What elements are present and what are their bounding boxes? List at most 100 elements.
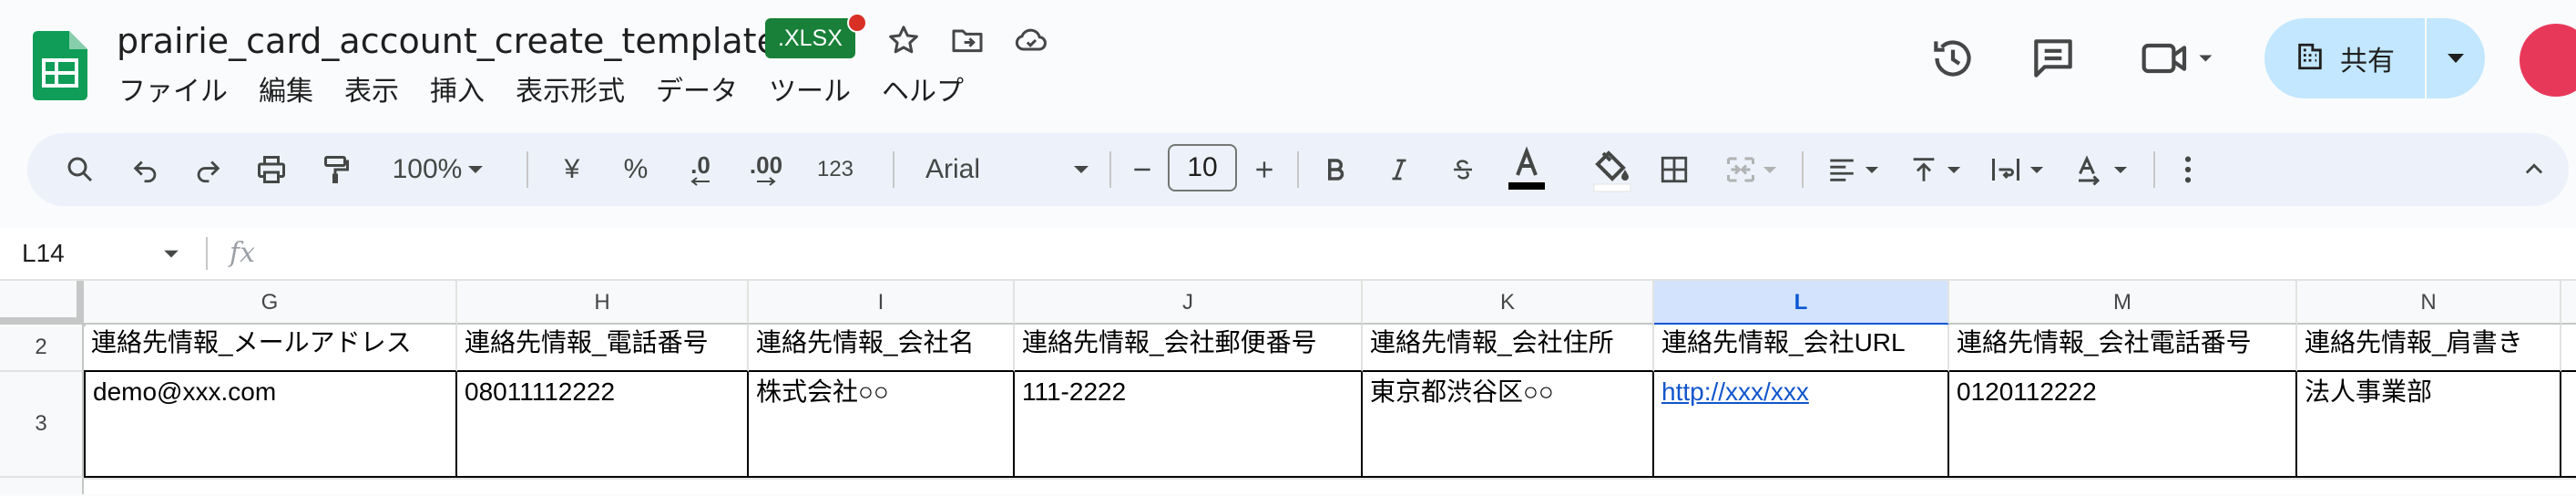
cell-o2[interactable] [2561,325,2576,372]
menu-help[interactable]: ヘルプ [866,69,979,115]
menu-insert[interactable]: 挿入 [414,69,500,115]
toolbar-divider [1297,151,1299,188]
font-family-select[interactable]: Arial [925,133,1089,206]
cell-m2[interactable]: 連絡先情報_会社電話番号 [1949,325,2297,372]
share-label: 共有 [2340,46,2395,78]
name-box-caret-icon[interactable] [162,244,180,266]
increase-font-size-icon[interactable] [1248,133,1281,206]
bold-icon[interactable] [1315,133,1355,206]
column-header-n[interactable]: N [2297,281,2561,325]
column-header-l[interactable]: L [1654,281,1949,325]
currency-format-button[interactable]: ¥ [556,133,588,206]
cell-m3[interactable]: 0120112222 [1949,372,2297,478]
text-color-icon[interactable] [1503,133,1550,206]
increase-decimal-button[interactable]: .00 [740,133,792,206]
menu-edit[interactable]: 編集 [243,69,329,115]
strikethrough-icon[interactable] [1443,133,1483,206]
toolbar-divider [893,151,894,188]
file-format-badge[interactable]: .XLSX [765,18,855,58]
horizontal-align-button[interactable] [1818,133,1887,206]
search-menus-icon[interactable] [60,133,100,206]
valign-caret-icon [1947,166,1961,173]
share-main-button[interactable]: 共有 [2264,18,2427,98]
decrease-decimal-button[interactable]: .0 [678,133,723,206]
rotation-caret-icon [2113,166,2128,173]
paint-format-icon[interactable] [315,133,355,206]
formula-bar: L14 fx [0,228,2576,279]
cell-j3[interactable]: 111-2222 [1015,372,1363,478]
cell-g2[interactable]: 連絡先情報_メールアドレス [84,325,457,372]
share-dropdown-icon[interactable] [2427,18,2485,98]
column-header-h[interactable]: H [457,281,749,325]
fx-icon: fx [230,237,256,269]
name-box[interactable]: L14 [22,228,65,279]
cell-i2[interactable]: 連絡先情報_会社名 [749,325,1015,372]
zoom-select[interactable]: 100% [384,133,492,206]
column-header-i[interactable]: I [749,281,1015,325]
collapse-toolbar-icon[interactable] [2516,133,2552,206]
print-icon[interactable] [251,133,291,206]
empty-row [84,478,2576,496]
column-header-g[interactable]: G [84,281,457,325]
column-header-overflow[interactable] [2561,281,2576,325]
cell-j2[interactable]: 連絡先情報_会社郵便番号 [1015,325,1363,372]
menu-view[interactable]: 表示 [329,69,414,115]
column-header-m[interactable]: M [1949,281,2297,325]
row-header-3[interactable]: 3 [0,372,84,478]
document-title[interactable]: prairie_card_account_create_template [117,16,778,66]
merge-cells-button[interactable] [1718,133,1784,206]
undo-icon[interactable] [126,133,166,206]
italic-icon[interactable] [1379,133,1419,206]
cell-h3[interactable]: 08011112222 [457,372,749,478]
font-size-input[interactable]: 10 [1168,144,1237,191]
menu-bar: ファイル 編集 表示 挿入 表示形式 データ ツール ヘルプ [118,69,979,115]
arrow-right-icon [757,177,776,186]
redo-icon[interactable] [188,133,228,206]
text-rotation-button[interactable] [2064,133,2137,206]
comments-icon[interactable] [2028,33,2079,84]
row-header-2[interactable]: 2 [0,325,84,372]
menu-file[interactable]: ファイル [118,69,243,115]
move-to-folder-icon[interactable] [949,22,986,58]
text-wrap-button[interactable] [1980,133,2053,206]
decrease-font-size-icon[interactable] [1126,133,1159,206]
arrow-left-icon [690,177,710,186]
star-icon[interactable] [885,22,922,58]
vertical-align-top-icon [1913,158,1935,181]
fill-color-icon[interactable] [1589,133,1636,206]
cell-o3[interactable] [2561,372,2576,478]
column-header-j[interactable]: J [1015,281,1363,325]
percent-format-button[interactable]: % [619,133,652,206]
version-history-icon[interactable] [1927,33,1978,84]
row-header-4[interactable] [0,478,84,494]
cell-n2[interactable]: 連絡先情報_肩書き [2297,325,2561,372]
menu-data[interactable]: データ [640,69,753,115]
borders-icon[interactable] [1654,133,1694,206]
meet-video-icon[interactable] [2137,33,2219,84]
frozen-row-handle[interactable] [0,317,84,325]
font-family-value: Arial [925,154,981,184]
column-header-k[interactable]: K [1363,281,1654,325]
increase-decimal-label: .00 [749,151,783,179]
cell-l2[interactable]: 連絡先情報_会社URL [1654,325,1949,372]
cell-i3[interactable]: 株式会社○○ [749,372,1015,478]
frozen-column-handle[interactable] [77,281,84,325]
cell-h2[interactable]: 連絡先情報_電話番号 [457,325,749,372]
font-caret-icon [1074,166,1089,173]
sheets-logo-icon[interactable] [33,31,87,100]
cell-k3[interactable]: 東京都渋谷区○○ [1363,372,1654,478]
vertical-align-button[interactable] [1900,133,1969,206]
avatar[interactable] [2520,24,2576,97]
more-options-icon[interactable] [2170,133,2206,206]
cell-l3-link[interactable]: http://xxx/xxx [1654,372,1949,478]
menu-tools[interactable]: ツール [753,69,866,115]
share-button[interactable]: 共有 [2264,18,2485,98]
cell-n3[interactable]: 法人事業部 [2297,372,2561,478]
menu-format[interactable]: 表示形式 [500,69,640,115]
cell-g3[interactable]: demo@xxx.com [84,372,457,478]
cloud-saved-icon[interactable] [1013,22,1049,58]
cell-k2[interactable]: 連絡先情報_会社住所 [1363,325,1654,372]
merge-caret-icon [1763,166,1777,173]
formula-divider [206,237,208,270]
number-format-button[interactable]: 123 [807,133,864,206]
